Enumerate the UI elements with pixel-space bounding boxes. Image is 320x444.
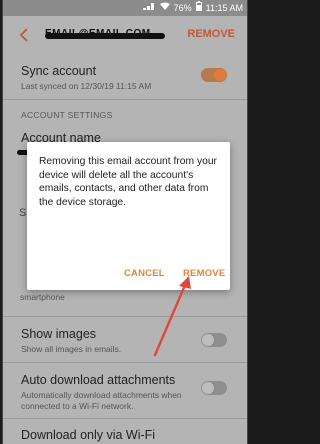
phone-screen: 76% 11:15 AM EMAIL@EMAIL.COM REMOVE Sync… [2,0,248,444]
dialog-remove-button[interactable]: REMOVE [183,268,225,279]
download-wifi-title[interactable]: Download only via Wi-Fi [21,428,155,442]
remove-account-dialog: Removing this email account from your de… [27,142,230,290]
sync-account-title[interactable]: Sync account [21,64,96,78]
auto-download-title[interactable]: Auto download attachments [21,373,175,387]
battery-percent: 76% [173,3,192,13]
status-bar: 76% 11:15 AM [3,0,247,16]
sync-account-toggle[interactable] [201,68,227,82]
partial-smartphone-label: smartphone [20,292,65,302]
dialog-message: Removing this email account from your de… [39,156,217,208]
show-images-subtitle: Show all images in emails. [21,344,122,354]
partial-row-label: S [19,207,27,219]
dialog-cancel-button[interactable]: CANCEL [124,268,165,279]
divider [3,99,247,100]
auto-download-subtitle: Automatically download attachments when … [21,390,182,411]
toggle-knob [202,334,214,346]
divider [3,418,247,419]
wifi-icon [159,0,170,16]
chevron-left-icon [19,28,28,42]
app-bar: EMAIL@EMAIL.COM REMOVE [3,16,247,54]
toggle-knob [202,382,214,394]
battery-icon [195,0,202,16]
back-button[interactable] [13,24,35,46]
show-images-title[interactable]: Show images [21,327,96,341]
email-redaction-mark [45,33,165,39]
divider [3,316,247,317]
toggle-knob [214,69,226,81]
signal-icon [142,0,156,16]
remove-account-button[interactable]: REMOVE [187,28,235,40]
status-time: 11:15 AM [205,3,243,13]
sync-account-subtitle: Last synced on 12/30/19 11:15 AM [21,81,152,91]
account-settings-header: ACCOUNT SETTINGS [21,110,113,120]
divider [3,362,247,363]
show-images-toggle[interactable] [201,333,227,347]
auto-download-toggle[interactable] [201,381,227,395]
